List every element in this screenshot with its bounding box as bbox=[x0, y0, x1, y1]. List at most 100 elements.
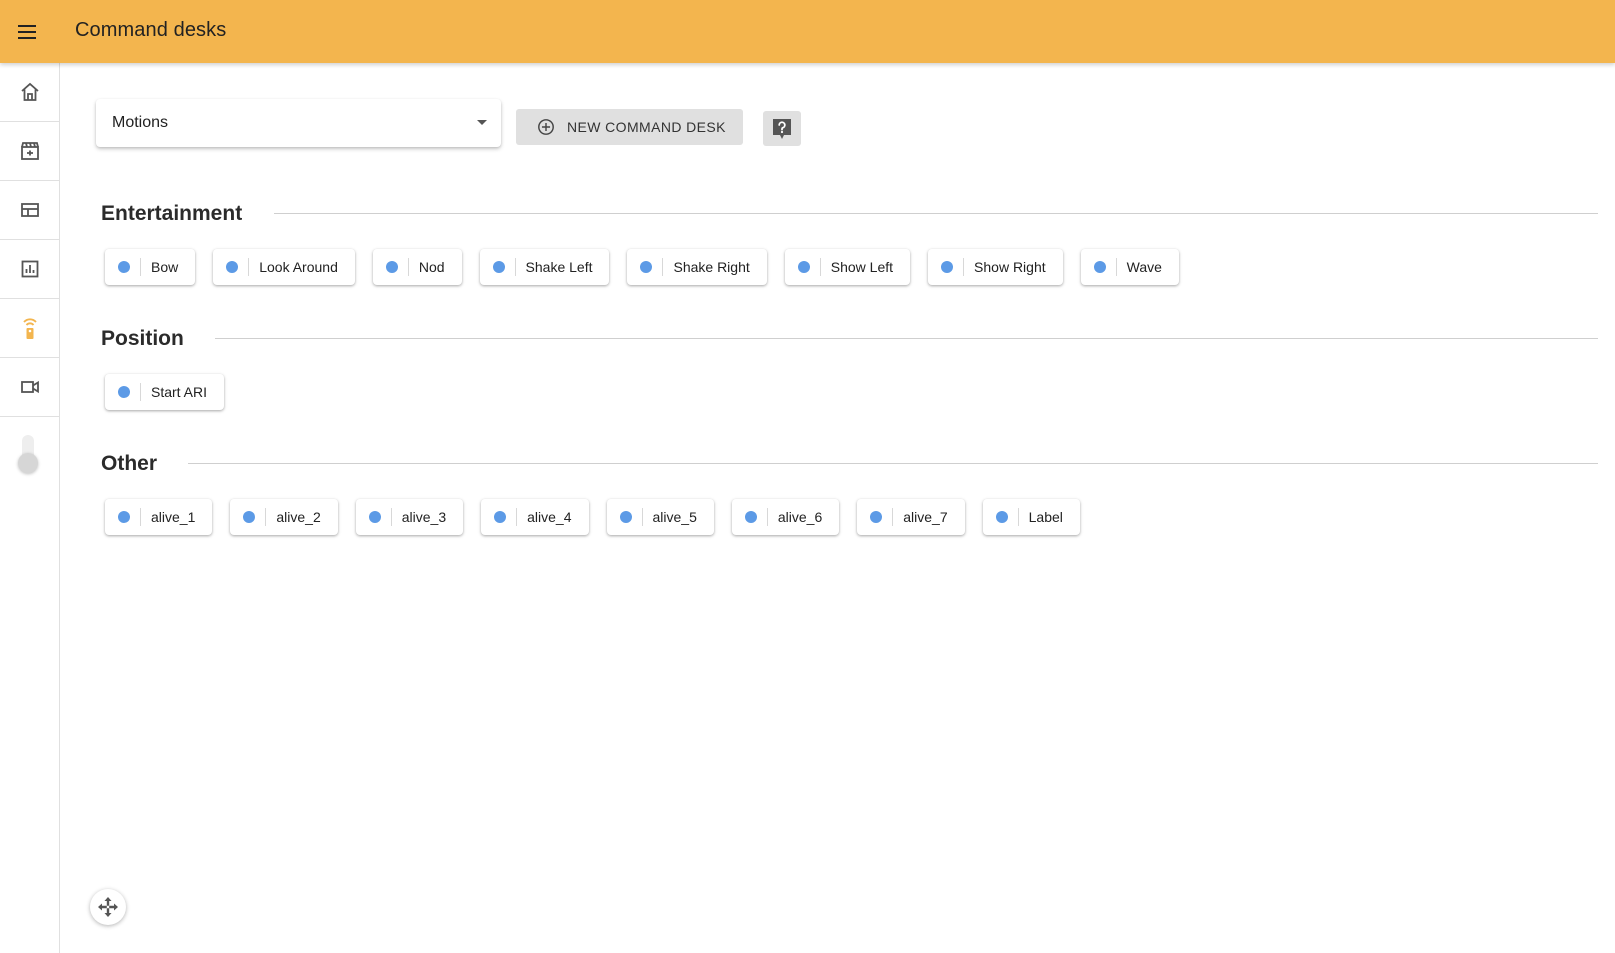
help-icon bbox=[773, 118, 791, 139]
command-chip-alive-1[interactable]: alive_1 bbox=[105, 499, 213, 535]
new-command-desk-button[interactable]: NEW COMMAND DESK bbox=[516, 109, 743, 145]
desk-select-value: Motions bbox=[112, 114, 169, 131]
chip-label: alive_7 bbox=[903, 509, 948, 525]
status-dot bbox=[797, 261, 810, 273]
command-chip-alive-6[interactable]: alive_6 bbox=[731, 499, 840, 535]
status-dot bbox=[619, 511, 632, 523]
chip-label: alive_2 bbox=[276, 509, 321, 525]
section-divider bbox=[274, 213, 1598, 214]
status-dot bbox=[118, 511, 130, 523]
chip-separator bbox=[140, 383, 141, 401]
chip-separator bbox=[892, 508, 894, 526]
status-dot bbox=[226, 261, 239, 273]
clapperboard-icon bbox=[20, 142, 39, 160]
status-dot bbox=[1093, 261, 1106, 273]
status-dot bbox=[118, 261, 130, 273]
chip-label: Look Around bbox=[259, 259, 338, 275]
status-dot bbox=[243, 511, 256, 523]
move-arrows-icon bbox=[98, 897, 118, 917]
chip-separator bbox=[1017, 508, 1019, 526]
command-chip-nod[interactable]: Nod bbox=[372, 249, 462, 285]
sidebar-item-remote[interactable] bbox=[0, 299, 59, 358]
sidebar-item-video[interactable] bbox=[0, 358, 59, 417]
command-chip-alive-3[interactable]: alive_3 bbox=[355, 499, 464, 535]
chip-separator bbox=[641, 508, 643, 526]
chip-label: alive_4 bbox=[527, 509, 572, 525]
chip-label: Shake Left bbox=[525, 259, 593, 275]
remote-control-icon bbox=[22, 318, 37, 339]
chip-row-entertainment: Bow Look Around Nod Shake Left Shake Rig… bbox=[105, 249, 1197, 285]
command-chip-alive-2[interactable]: alive_2 bbox=[230, 499, 338, 535]
command-chip-shake-left[interactable]: Shake Left bbox=[479, 249, 610, 285]
add-circle-icon bbox=[538, 119, 554, 135]
status-dot bbox=[870, 511, 883, 523]
chevron-down-icon bbox=[477, 120, 487, 125]
command-chip-alive-7[interactable]: alive_7 bbox=[857, 499, 965, 535]
sidebar-item-stats[interactable] bbox=[0, 240, 59, 299]
section-title-position: Position bbox=[101, 327, 184, 350]
section-divider bbox=[188, 463, 1598, 464]
command-chip-show-left[interactable]: Show Left bbox=[784, 249, 911, 285]
chip-label: Shake Right bbox=[673, 259, 750, 275]
chip-separator bbox=[140, 258, 141, 276]
command-chip-bow[interactable]: Bow bbox=[105, 249, 196, 285]
chip-separator bbox=[514, 258, 516, 276]
chip-label: Start ARI bbox=[151, 384, 208, 400]
command-chip-shake-right[interactable]: Shake Right bbox=[627, 249, 767, 285]
chip-label: alive_1 bbox=[151, 509, 196, 525]
command-chip-alive-5[interactable]: alive_5 bbox=[606, 499, 714, 535]
status-dot bbox=[385, 261, 398, 273]
menu-icon bbox=[18, 24, 36, 39]
main-content: Motions NEW COMMAND DESK Entertainment B… bbox=[60, 63, 1615, 953]
status-dot bbox=[744, 511, 757, 523]
home-icon bbox=[20, 82, 39, 101]
help-button[interactable] bbox=[763, 111, 801, 146]
command-chip-start-ari[interactable]: Start ARI bbox=[105, 374, 225, 410]
move-button[interactable] bbox=[90, 889, 126, 925]
chip-label: Label bbox=[1028, 509, 1063, 525]
chip-separator bbox=[662, 258, 664, 276]
bar-chart-icon bbox=[21, 260, 38, 278]
command-chip-show-right[interactable]: Show Right bbox=[928, 249, 1063, 285]
chip-row-position: Start ARI bbox=[105, 374, 242, 410]
section-divider bbox=[215, 338, 1598, 339]
app-bar: Command desks bbox=[0, 0, 1615, 63]
new-command-desk-label: NEW COMMAND DESK bbox=[567, 119, 726, 135]
menu-button[interactable] bbox=[0, 0, 56, 63]
chip-separator bbox=[140, 508, 141, 526]
status-dot bbox=[494, 511, 507, 523]
chip-separator bbox=[248, 258, 250, 276]
chip-label: Wave bbox=[1126, 259, 1162, 275]
status-dot bbox=[640, 261, 653, 273]
status-dot bbox=[941, 261, 954, 273]
toggle-thumb bbox=[18, 453, 38, 473]
chip-label: Nod bbox=[418, 259, 445, 275]
desk-select[interactable]: Motions bbox=[96, 99, 501, 147]
chip-separator bbox=[819, 258, 821, 276]
chip-separator bbox=[516, 508, 518, 526]
chip-label: Show Left bbox=[830, 259, 894, 275]
chip-separator bbox=[766, 508, 768, 526]
status-dot bbox=[118, 386, 130, 398]
status-dot bbox=[368, 511, 381, 523]
status-dot bbox=[995, 511, 1008, 523]
sidebar bbox=[0, 63, 60, 953]
chip-row-other: alive_1 alive_2 alive_3 alive_4 alive_5 … bbox=[105, 499, 1098, 535]
chip-label: Show Right bbox=[974, 259, 1046, 275]
table-layout-icon bbox=[20, 203, 39, 217]
section-title-entertainment: Entertainment bbox=[101, 202, 243, 225]
chip-separator bbox=[407, 258, 409, 276]
command-chip-alive-4[interactable]: alive_4 bbox=[481, 499, 589, 535]
chip-label: alive_3 bbox=[401, 509, 447, 525]
sidebar-item-home[interactable] bbox=[0, 63, 59, 122]
command-chip-look-around[interactable]: Look Around bbox=[213, 249, 355, 285]
command-chip-wave[interactable]: Wave bbox=[1080, 249, 1179, 285]
sidebar-item-movie[interactable] bbox=[0, 122, 59, 181]
status-dot bbox=[492, 261, 505, 273]
chip-separator bbox=[1115, 258, 1117, 276]
sidebar-item-layout[interactable] bbox=[0, 181, 59, 240]
chip-label: Bow bbox=[151, 259, 179, 275]
command-chip-label[interactable]: Label bbox=[982, 499, 1080, 535]
chip-label: alive_6 bbox=[777, 509, 823, 525]
theme-toggle[interactable] bbox=[18, 433, 38, 473]
